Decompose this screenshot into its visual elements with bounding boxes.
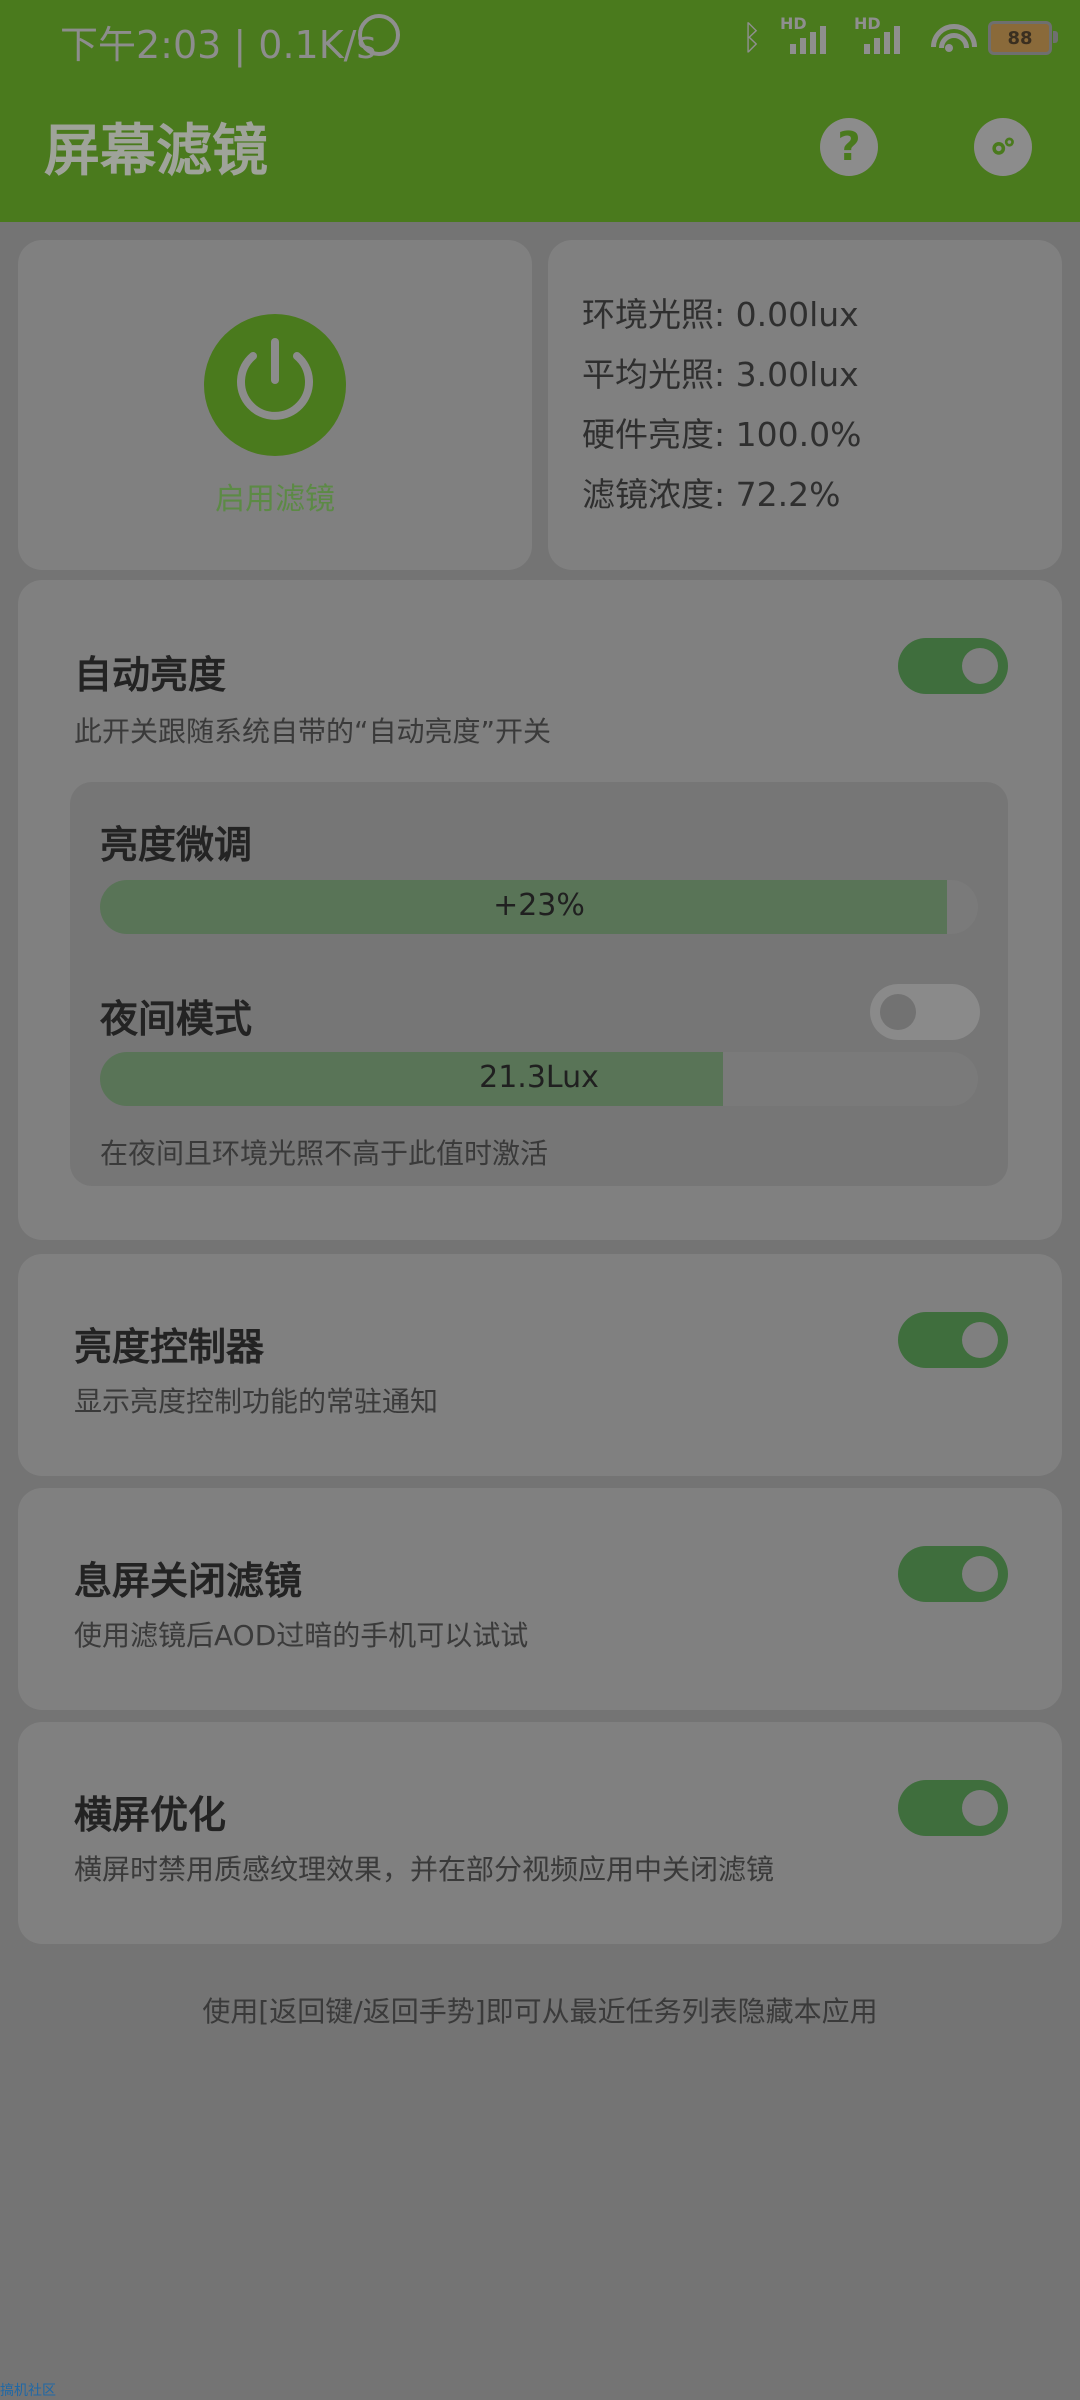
alarm-icon — [358, 14, 400, 56]
landscape-desc: 横屏时禁用质感纹理效果，并在部分视频应用中关闭滤镜 — [74, 1853, 775, 1886]
settings-button[interactable] — [974, 118, 1032, 176]
toggle-knob — [962, 1556, 998, 1592]
brightness-controller-title: 亮度控制器 — [74, 1325, 265, 1369]
page-title: 屏幕滤镜 — [44, 119, 268, 184]
auto-brightness-desc: 此开关跟随系统自带的“自动亮度”开关 — [74, 715, 552, 748]
toggle-knob — [880, 994, 916, 1030]
landscape-card: 横屏优化 横屏时禁用质感纹理效果，并在部分视频应用中关闭滤镜 — [18, 1722, 1062, 1944]
footer-hint: 使用[返回键/返回手势]即可从最近任务列表隐藏本应用 — [202, 1995, 878, 2028]
brightness-controller-toggle[interactable] — [898, 1312, 1008, 1368]
power-icon — [237, 338, 313, 420]
battery-icon: 88 — [988, 21, 1058, 55]
toggle-knob — [962, 648, 998, 684]
screen-off-desc: 使用滤镜后AOD过暗的手机可以试试 — [74, 1619, 529, 1652]
bluetooth-icon: ᛒ — [741, 18, 762, 58]
help-button[interactable]: ? — [820, 118, 878, 176]
wifi-icon — [928, 24, 977, 52]
filter-toggle-card: 启用滤镜 — [18, 240, 532, 570]
average-light-text: 平均光照: 3.00lux — [582, 355, 859, 394]
hardware-brightness-text: 硬件亮度: 100.0% — [582, 415, 862, 454]
brightness-controller-card: 亮度控制器 显示亮度控制功能的常驻通知 — [18, 1254, 1062, 1476]
battery-level: 88 — [1007, 27, 1033, 49]
auto-brightness-title: 自动亮度 — [74, 653, 227, 697]
watermark: 搞机社区 — [0, 2383, 56, 2399]
signal-1-icon: HD — [780, 14, 836, 58]
brightness-controller-desc: 显示亮度控制功能的常驻通知 — [74, 1385, 439, 1418]
power-button[interactable] — [204, 314, 346, 456]
screen-off-card: 息屏关闭滤镜 使用滤镜后AOD过暗的手机可以试试 — [18, 1488, 1062, 1710]
night-mode-toggle[interactable] — [870, 984, 980, 1040]
signal-2-icon: HD — [854, 14, 910, 58]
landscape-toggle[interactable] — [898, 1780, 1008, 1836]
status-icons: ᛒ HD HD 88 — [741, 10, 1058, 66]
night-mode-desc: 在夜间且环境光照不高于此值时激活 — [100, 1137, 549, 1170]
status-time-speed: 下午2:03 | 0.1K/s — [60, 23, 377, 67]
light-info-card: 环境光照: 0.00lux 平均光照: 3.00lux 硬件亮度: 100.0%… — [548, 240, 1062, 570]
landscape-title: 横屏优化 — [74, 1793, 227, 1837]
gear-icon — [992, 137, 1014, 155]
auto-brightness-toggle[interactable] — [898, 638, 1008, 694]
help-icon: ? — [837, 124, 861, 170]
brightness-tune-title: 亮度微调 — [100, 823, 253, 867]
toggle-knob — [962, 1322, 998, 1358]
brightness-tune-value: +23% — [493, 888, 585, 923]
filter-density-text: 滤镜浓度: 72.2% — [582, 475, 841, 514]
app-bar: 屏幕滤镜 ? — [0, 76, 1080, 222]
brightness-tune-slider[interactable]: +23% — [100, 880, 978, 934]
status-bar: 下午2:03 | 0.1K/s ᛒ HD HD 88 — [0, 0, 1080, 76]
night-mode-value: 21.3Lux — [479, 1060, 599, 1095]
screen-off-title: 息屏关闭滤镜 — [74, 1559, 303, 1603]
toggle-knob — [962, 1790, 998, 1826]
night-mode-title: 夜间模式 — [100, 997, 253, 1041]
ambient-light-text: 环境光照: 0.00lux — [582, 295, 859, 334]
brightness-adjust-panel: 亮度微调 +23% 夜间模式 21.3Lux 在夜间且环境光照不高于此值时激活 — [70, 782, 1008, 1186]
filter-enable-label: 启用滤镜 — [215, 482, 335, 517]
screen-off-toggle[interactable] — [898, 1546, 1008, 1602]
night-mode-slider[interactable]: 21.3Lux — [100, 1052, 978, 1106]
